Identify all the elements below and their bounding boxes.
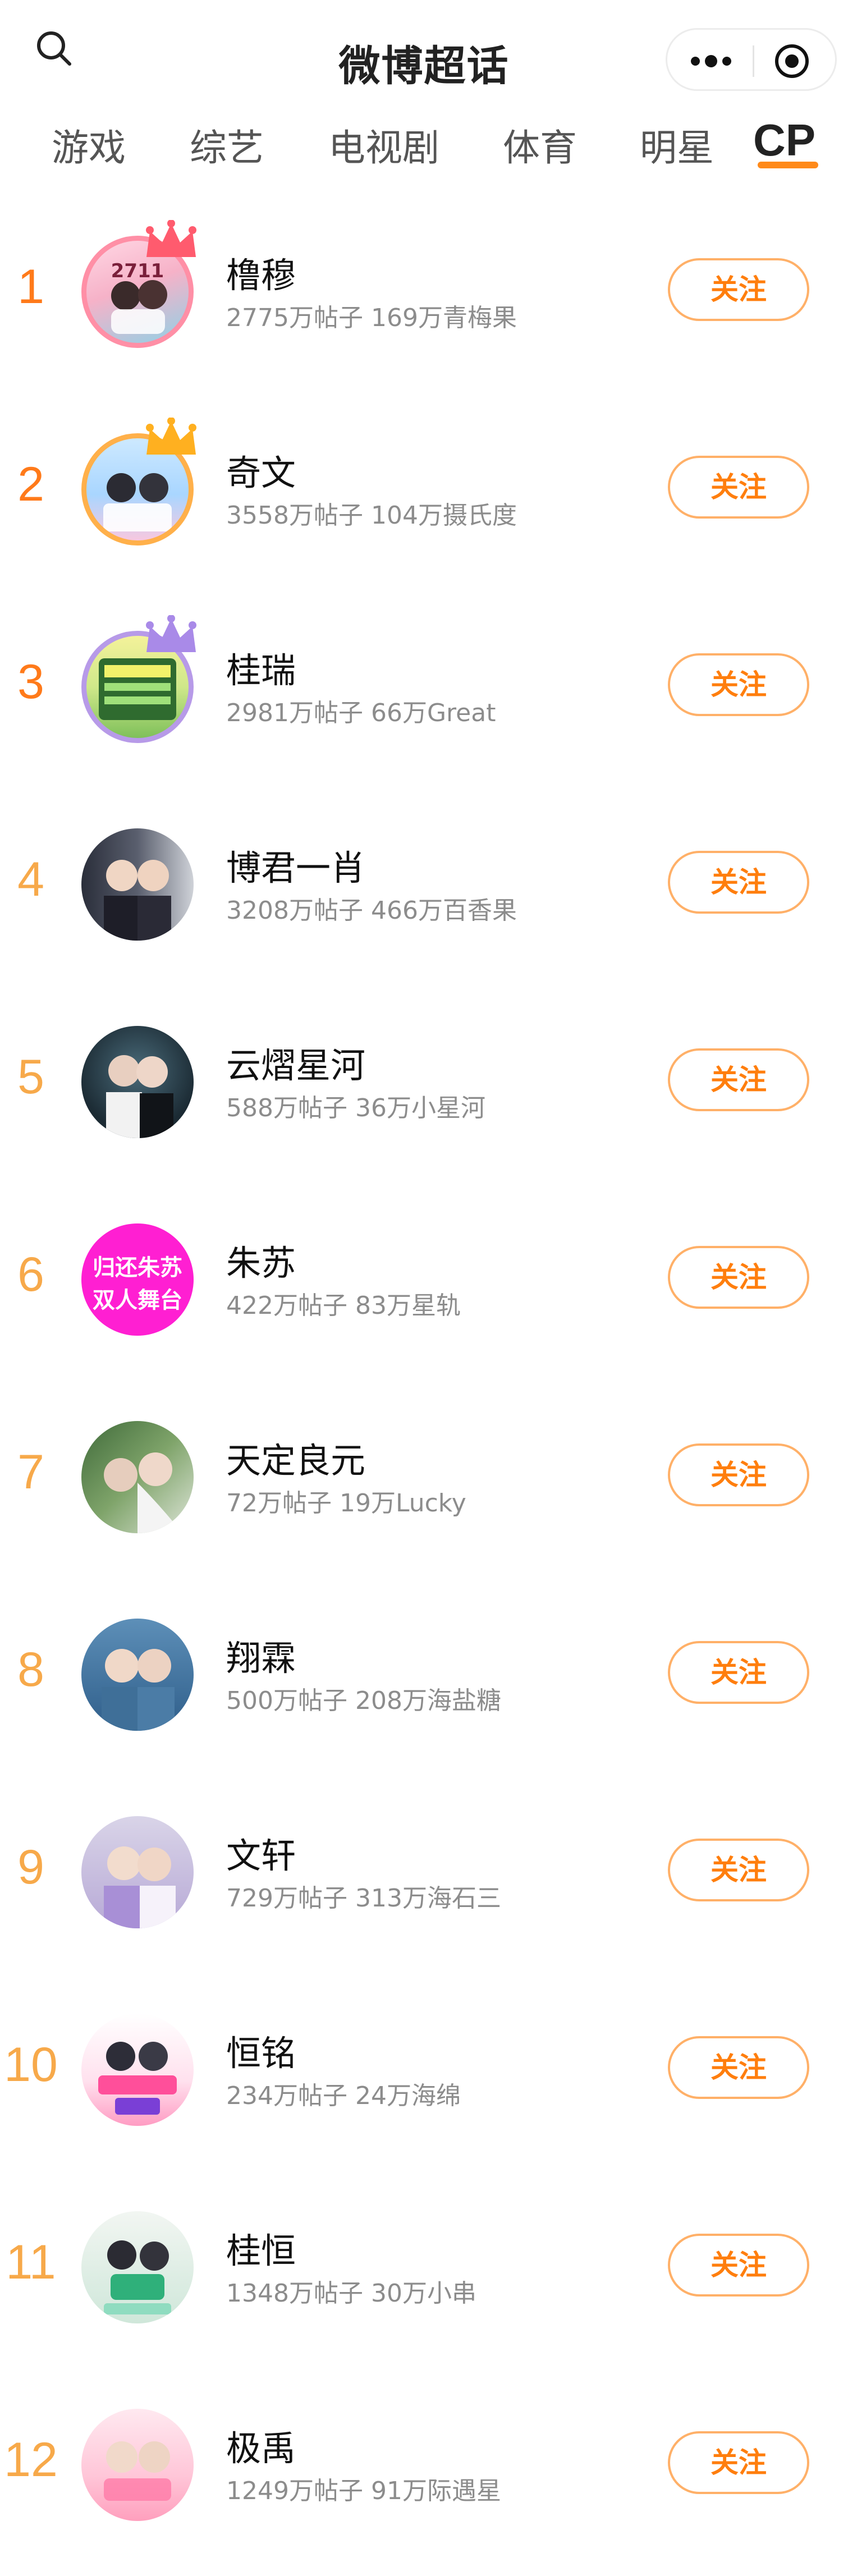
topic-stats: 2775万帖子 169万青梅果 <box>226 304 517 332</box>
follow-button[interactable]: 关注 <box>668 1246 809 1309</box>
avatar[interactable] <box>81 2409 194 2521</box>
topic-name[interactable]: 橹穆 <box>226 247 296 297</box>
avatar[interactable] <box>81 828 194 941</box>
topic-stats: 422万帖子 83万星轨 <box>226 1291 461 1320</box>
rank-number: 11 <box>6 2235 56 2289</box>
category-tabs: 游戏 综艺 电视剧 体育 明星 CP <box>0 107 848 180</box>
avatar-caption-line2: 双人舞台 <box>93 1287 182 1313</box>
close-mini-program-icon[interactable] <box>773 42 811 80</box>
list-item[interactable]: 10 恒铭 234万帖子 24万海绵 关注 <box>0 1974 848 2172</box>
topic-stats: 500万帖子 208万海盐糖 <box>226 1686 501 1715</box>
topic-name[interactable]: 极禹 <box>226 2420 296 2470</box>
avatar-caption-line1: 归还朱苏 <box>93 1255 182 1281</box>
rank-number: 8 <box>17 1643 44 1697</box>
list-item[interactable]: 8 翔霖 500万帖子 208万海盐糖 关注 <box>0 1579 848 1777</box>
active-tab-indicator <box>758 162 818 168</box>
rank-number: 5 <box>17 1050 44 1104</box>
topic-stats: 729万帖子 313万海石三 <box>226 1884 501 1913</box>
crown-icon <box>146 615 196 652</box>
follow-button[interactable]: 关注 <box>668 1839 809 1901</box>
avatar[interactable] <box>81 1816 194 1928</box>
rank-number: 12 <box>4 2433 58 2487</box>
avatar[interactable]: 归还朱苏 双人舞台 <box>81 1223 194 1336</box>
list-item[interactable]: 9 文轩 729万帖子 313万海石三 关注 <box>0 1777 848 1974</box>
topic-name[interactable]: 翔霖 <box>226 1630 296 1680</box>
topic-name[interactable]: 博君一肖 <box>226 840 365 890</box>
list-item[interactable]: 3 桂瑞 2981万帖子 66万Great 关注 <box>0 592 848 789</box>
avatar[interactable] <box>81 1619 194 1731</box>
list-item[interactable]: 12 极禹 1249万帖子 91万际遇星 关注 <box>0 2369 848 2567</box>
topic-stats: 1348万帖子 30万小串 <box>226 2279 476 2308</box>
tab-games[interactable]: 游戏 <box>52 118 126 172</box>
tab-variety[interactable]: 综艺 <box>190 118 264 172</box>
topic-stats: 3558万帖子 104万摄氏度 <box>226 501 517 530</box>
avatar[interactable]: 2711 <box>81 220 196 348</box>
topic-stats: 3208万帖子 466万百香果 <box>226 896 517 925</box>
topic-stats: 72万帖子 19万Lucky <box>226 1489 466 1518</box>
list-item[interactable]: 11 桂恒 1348万帖子 30万小串 关注 <box>0 2172 848 2369</box>
rank-number: 2 <box>17 457 44 511</box>
follow-button[interactable]: 关注 <box>668 1641 809 1704</box>
rank-number: 7 <box>17 1445 44 1499</box>
tab-sports[interactable]: 体育 <box>503 118 577 172</box>
topic-name[interactable]: 恒铭 <box>226 2025 296 2075</box>
list-item[interactable]: 7 天定良元 72万帖子 19万Lucky 关注 <box>0 1382 848 1579</box>
follow-button[interactable]: 关注 <box>668 2431 809 2494</box>
topic-stats: 2981万帖子 66万Great <box>226 699 496 727</box>
rank-number: 6 <box>17 1248 44 1301</box>
avatar[interactable] <box>81 2211 194 2323</box>
crown-icon <box>146 418 196 455</box>
topic-stats: 1249万帖子 91万际遇星 <box>226 2477 501 2505</box>
crown-icon <box>146 220 196 257</box>
more-icon[interactable] <box>689 53 734 69</box>
topic-stats: 234万帖子 24万海绵 <box>226 2082 461 2110</box>
topic-stats: 588万帖子 36万小星河 <box>226 1094 485 1122</box>
avatar[interactable] <box>81 2014 194 2126</box>
tab-stars[interactable]: 明星 <box>640 118 714 172</box>
avatar[interactable] <box>81 418 196 546</box>
list-item[interactable]: 5 云熠星河 588万帖子 36万小星河 关注 <box>0 987 848 1184</box>
topic-name[interactable]: 天定良元 <box>226 1432 365 1483</box>
follow-button[interactable]: 关注 <box>668 2234 809 2297</box>
list-item[interactable]: 1 2711 橹穆 2775万帖子 169万青梅果 关注 <box>0 196 848 394</box>
rank-number: 4 <box>17 852 44 906</box>
capsule-divider <box>753 45 754 77</box>
avatar[interactable] <box>81 1026 194 1138</box>
follow-button[interactable]: 关注 <box>668 2036 809 2099</box>
rank-number: 3 <box>17 655 44 709</box>
follow-button[interactable]: 关注 <box>668 258 809 321</box>
rank-number: 1 <box>17 260 44 314</box>
topic-name[interactable]: 云熠星河 <box>226 1037 365 1088</box>
list-item[interactable]: 4 博君一肖 3208万帖子 466万百香果 关注 <box>0 789 848 987</box>
follow-button[interactable]: 关注 <box>668 851 809 914</box>
list-item[interactable]: 2 奇文 3558万帖子 104万摄氏度 关注 <box>0 394 848 592</box>
top-bar: 微博超话 <box>0 0 848 107</box>
follow-button[interactable]: 关注 <box>668 1443 809 1506</box>
list-item[interactable]: 6 归还朱苏 双人舞台 朱苏 422万帖子 83万星轨 关注 <box>0 1184 848 1382</box>
topic-name[interactable]: 桂瑞 <box>226 642 296 693</box>
follow-button[interactable]: 关注 <box>668 653 809 716</box>
tab-cp[interactable]: CP <box>753 114 815 166</box>
mini-program-capsule <box>666 28 837 91</box>
avatar[interactable] <box>81 615 196 743</box>
topic-name[interactable]: 桂恒 <box>226 2222 296 2273</box>
rank-number: 10 <box>4 2038 58 2092</box>
topic-name[interactable]: 文轩 <box>226 1827 296 1878</box>
topic-name[interactable]: 朱苏 <box>226 1235 296 1285</box>
avatar[interactable] <box>81 1421 194 1533</box>
tab-tv-series[interactable]: 电视剧 <box>328 118 439 172</box>
rank-number: 9 <box>17 1840 44 1894</box>
topic-name[interactable]: 奇文 <box>226 444 296 495</box>
follow-button[interactable]: 关注 <box>668 1048 809 1111</box>
follow-button[interactable]: 关注 <box>668 456 809 519</box>
